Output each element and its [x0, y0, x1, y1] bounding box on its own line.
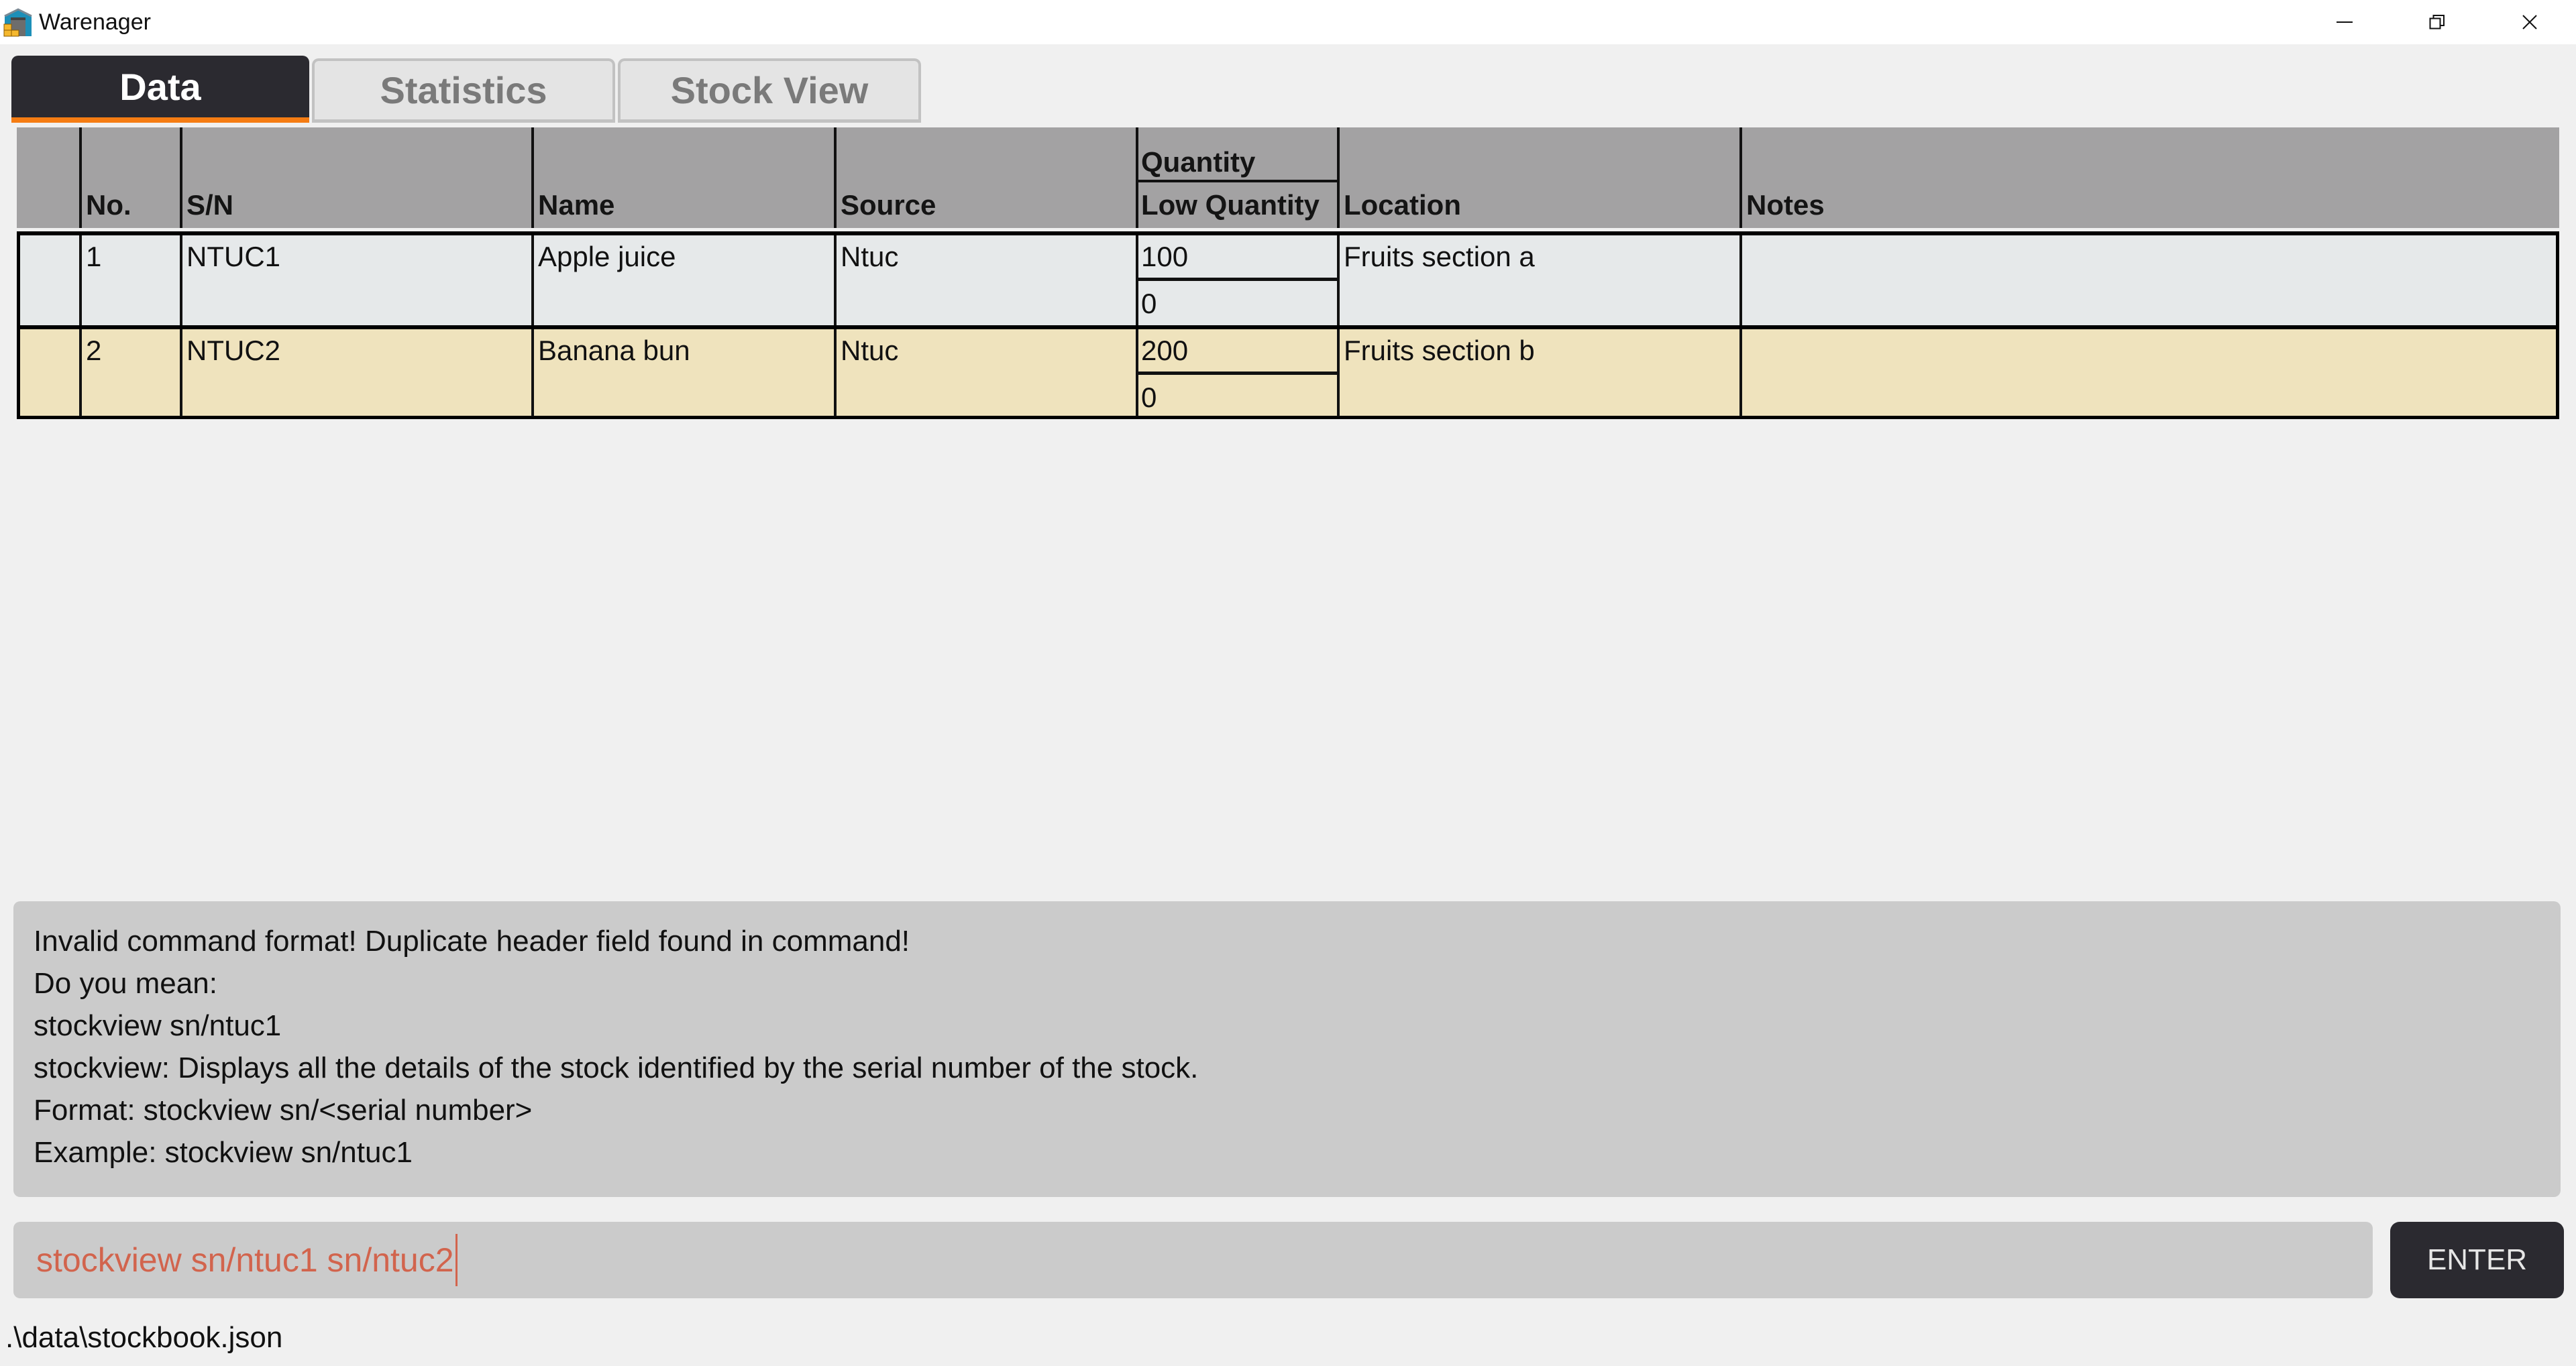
cell-sn: NTUC1: [180, 235, 531, 325]
restore-icon: [2429, 15, 2445, 30]
status-bar-file-path: .\data\stockbook.json: [5, 1321, 283, 1354]
cell-quantity: 100 0: [1136, 235, 1337, 325]
cell-no: 1: [79, 235, 180, 325]
cell-location: Fruits section b: [1337, 329, 1739, 416]
tab-data[interactable]: Data: [11, 56, 309, 123]
header-quantity[interactable]: Quantity Low Quantity: [1136, 127, 1337, 228]
cell-quantity-value: 200: [1138, 329, 1337, 375]
header-notes[interactable]: Notes: [1739, 127, 2559, 228]
cell-name: Banana bun: [531, 329, 834, 416]
cell-low-quantity-value: 0: [1141, 288, 1157, 319]
window-controls: [2298, 0, 2576, 44]
result-line: Do you mean:: [34, 967, 217, 1000]
cell-no: 2: [79, 329, 180, 416]
header-source[interactable]: Source: [834, 127, 1136, 228]
cell-notes: [1739, 235, 2559, 325]
header-sn[interactable]: S/N: [180, 127, 531, 228]
result-line: stockview sn/ntuc1: [34, 1009, 282, 1042]
header-location[interactable]: Location: [1337, 127, 1739, 228]
cell-source: Ntuc: [834, 235, 1136, 325]
warehouse-icon: [3, 7, 34, 38]
close-icon: [2522, 15, 2537, 30]
command-input-text: stockview sn/ntuc1 sn/ntuc2: [36, 1241, 454, 1279]
cell-low-quantity-value: 0: [1141, 382, 1157, 413]
cell-index: [17, 235, 79, 325]
title-bar: Warenager: [0, 0, 2576, 44]
result-display[interactable]: Invalid command format! Duplicate header…: [13, 901, 2561, 1197]
command-input[interactable]: stockview sn/ntuc1 sn/ntuc2: [13, 1222, 2373, 1298]
window-title: Warenager: [39, 9, 151, 35]
table-row[interactable]: 2 NTUC2 Banana bun Ntuc 200 0 Fruits sec…: [17, 325, 2559, 419]
table-header: No. S/N Name Source Quantity Low Quantit…: [17, 127, 2559, 228]
cell-notes: [1739, 329, 2559, 416]
header-quantity-label: Quantity: [1141, 146, 1256, 178]
header-index: [17, 127, 79, 228]
restore-button[interactable]: [2391, 0, 2483, 44]
close-button[interactable]: [2483, 0, 2576, 44]
cell-location: Fruits section a: [1337, 235, 1739, 325]
cell-quantity: 200 0: [1136, 329, 1337, 416]
enter-button[interactable]: ENTER: [2390, 1222, 2564, 1298]
tab-stock-view[interactable]: Stock View: [618, 58, 921, 123]
result-line: Invalid command format! Duplicate header…: [34, 925, 910, 958]
result-line: Example: stockview sn/ntuc1: [34, 1136, 413, 1169]
header-name[interactable]: Name: [531, 127, 834, 228]
tab-statistics[interactable]: Statistics: [312, 58, 615, 123]
tab-bar: Data Statistics Stock View: [11, 56, 924, 123]
stock-table: No. S/N Name Source Quantity Low Quantit…: [17, 127, 2559, 419]
cell-name: Apple juice: [531, 235, 834, 325]
cell-index: [17, 329, 79, 416]
table-row[interactable]: 1 NTUC1 Apple juice Ntuc 100 0 Fruits se…: [17, 231, 2559, 325]
header-low-quantity-label: Low Quantity: [1141, 189, 1320, 221]
minimize-icon: [2337, 21, 2353, 23]
cell-quantity-value: 100: [1138, 235, 1337, 281]
text-caret: [455, 1234, 458, 1286]
minimize-button[interactable]: [2298, 0, 2391, 44]
header-no[interactable]: No.: [79, 127, 180, 228]
result-line: Format: stockview sn/<serial number>: [34, 1094, 533, 1127]
cell-source: Ntuc: [834, 329, 1136, 416]
cell-sn: NTUC2: [180, 329, 531, 416]
result-line: stockview: Displays all the details of t…: [34, 1051, 1199, 1084]
